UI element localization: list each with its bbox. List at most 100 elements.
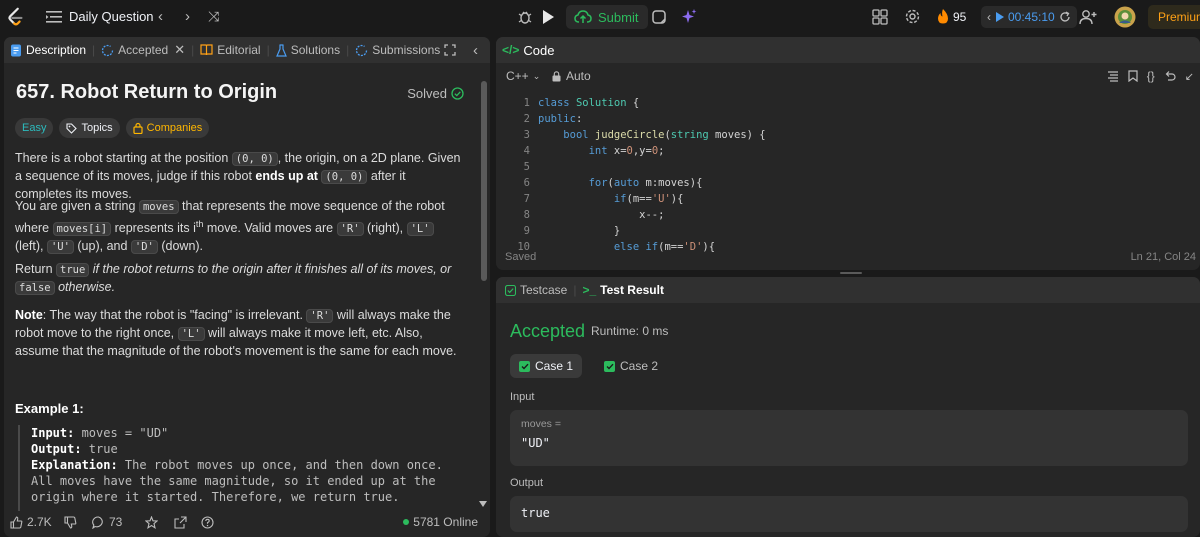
case-2-label: Case 2 (620, 359, 659, 373)
chevron-down-icon: ⌄ (532, 70, 541, 81)
comments-button[interactable]: 73 (92, 507, 122, 537)
line-numbers: 1 2 3 4 5 6 7 8 9 10 (517, 97, 530, 253)
top-bar: Daily Question ‹ › ⤨ Submit 95 ‹ 00:45:1… (0, 0, 1200, 33)
close-tab-icon[interactable]: ✕ (174, 42, 185, 58)
debug-icon[interactable] (516, 0, 534, 33)
code-panel-title: Code (523, 42, 555, 58)
problem-list-icon[interactable] (46, 0, 62, 33)
input-name: moves = (521, 418, 561, 430)
expand-icon[interactable]: ↙ (1185, 70, 1194, 83)
help-icon[interactable] (201, 507, 214, 537)
tab-testcase[interactable]: Testcase (496, 277, 573, 303)
description-scrollbar[interactable] (481, 81, 487, 281)
problem-list-title[interactable]: Daily Question (69, 0, 154, 33)
companies-chip[interactable]: Companies (125, 118, 210, 138)
next-problem-icon[interactable]: › (185, 0, 190, 33)
premium-button[interactable]: Premium (1148, 5, 1200, 29)
submit-button[interactable]: Submit (566, 5, 649, 29)
history-icon (356, 44, 368, 56)
test-tabbar: Testcase | >_ Test Result (496, 277, 1200, 303)
description-paragraph-2: You are given a string moves that repres… (15, 199, 445, 255)
topics-chip[interactable]: Topics (59, 118, 120, 138)
description-tabbar: Description | Accepted ✕ | Editorial | S… (4, 37, 490, 63)
layout-icon[interactable] (872, 0, 888, 33)
code-editor[interactable]: class Solution { public: bool judgeCircl… (538, 95, 766, 255)
horizontal-resize-handle[interactable] (840, 272, 862, 274)
thumbs-down-icon (64, 515, 77, 529)
tab-solutions-label: Solutions (290, 43, 341, 57)
language-value: C++ (506, 69, 529, 83)
tab-submissions[interactable]: Submissions (349, 37, 446, 63)
code-panel: </> Code C++ ⌄ Auto {} ↙ 1 2 3 4 5 6 7 8… (496, 37, 1200, 270)
check-icon (519, 360, 530, 372)
editor-actions: {} ↙ (1107, 63, 1194, 89)
auto-mode-toggle[interactable]: Auto (552, 63, 591, 89)
input-value: "UD" (521, 436, 550, 450)
saved-status: Saved (505, 251, 537, 263)
bookmark-icon[interactable] (1128, 70, 1138, 82)
online-count-label: 5781 Online (413, 515, 478, 529)
share-icon[interactable] (174, 507, 187, 537)
leetcode-logo-icon[interactable] (4, 0, 30, 33)
code-panel-header: </> Code (496, 37, 1200, 63)
shuffle-icon[interactable]: ⤨ (208, 0, 219, 33)
companies-label: Companies (146, 122, 203, 134)
test-result-body: Accepted Runtime: 0 ms Case 1 Case 2 Inp… (496, 303, 1200, 537)
prev-problem-icon[interactable]: ‹ (158, 0, 163, 33)
topics-label: Topics (81, 122, 113, 134)
tab-testcase-label: Testcase (520, 283, 568, 297)
timer-prev-icon[interactable]: ‹ (987, 10, 991, 24)
test-panel: Testcase | >_ Test Result Accepted Runti… (496, 277, 1200, 537)
case-1-button[interactable]: Case 1 (510, 354, 583, 378)
tab-test-result-label: Test Result (600, 283, 664, 297)
streak-counter[interactable]: 95 (937, 0, 966, 33)
run-icon[interactable] (541, 0, 555, 33)
difficulty-badge: Easy (15, 118, 54, 138)
solved-status: Solved (407, 86, 464, 101)
tab-accepted[interactable]: Accepted ✕ (95, 37, 191, 63)
description-paragraph-1: There is a robot starting at the positio… (15, 151, 461, 201)
book-icon (200, 44, 213, 56)
favorite-star-icon[interactable] (145, 507, 158, 537)
like-button[interactable]: 2.7K (10, 507, 52, 537)
input-box: moves = "UD" (510, 410, 1188, 466)
timer[interactable]: ‹ 00:45:10 (981, 6, 1077, 28)
comment-count: 73 (109, 515, 123, 529)
add-friend-icon[interactable] (1079, 0, 1097, 33)
flask-icon (275, 43, 287, 57)
comment-icon (92, 515, 103, 529)
output-value: true (521, 506, 550, 520)
tab-editorial-label: Editorial (217, 43, 261, 57)
flame-icon (938, 9, 948, 24)
case-2-button[interactable]: Case 2 (595, 354, 667, 378)
notes-icon[interactable] (651, 0, 667, 33)
maximize-icon[interactable] (444, 37, 456, 63)
submit-label: Submit (598, 9, 639, 25)
check-circle-icon (451, 87, 464, 100)
avatar[interactable] (1114, 0, 1136, 33)
panel-resize-handle[interactable] (491, 37, 495, 537)
dislike-button[interactable] (64, 507, 77, 537)
braces-icon[interactable]: {} (1147, 69, 1155, 83)
history-icon (102, 44, 114, 56)
tab-description[interactable]: Description (4, 37, 92, 63)
description-paragraph-3: Return true if the robot returns to the … (15, 262, 452, 295)
collapse-panel-icon[interactable]: ‹ (473, 37, 478, 63)
cloud-upload-icon (574, 10, 592, 23)
tab-accepted-label: Accepted (118, 43, 169, 57)
tab-solutions[interactable]: Solutions (270, 37, 346, 63)
play-icon[interactable] (995, 12, 1004, 22)
settings-gear-icon[interactable] (904, 0, 921, 33)
tab-editorial[interactable]: Editorial (194, 37, 266, 63)
ai-sparkle-icon[interactable] (680, 0, 698, 33)
tab-test-result[interactable]: >_ Test Result (576, 277, 669, 303)
reset-icon[interactable] (1059, 11, 1071, 23)
tag-icon (66, 122, 78, 134)
solved-label: Solved (407, 86, 447, 101)
format-icon[interactable] (1107, 70, 1119, 82)
language-select[interactable]: C++ ⌄ (506, 63, 540, 89)
description-panel: Description | Accepted ✕ | Editorial | S… (4, 37, 490, 537)
problem-title[interactable]: 657. Robot Return to Origin (16, 81, 277, 104)
timer-value: 00:45:10 (1008, 10, 1055, 24)
undo-icon[interactable] (1164, 70, 1176, 82)
